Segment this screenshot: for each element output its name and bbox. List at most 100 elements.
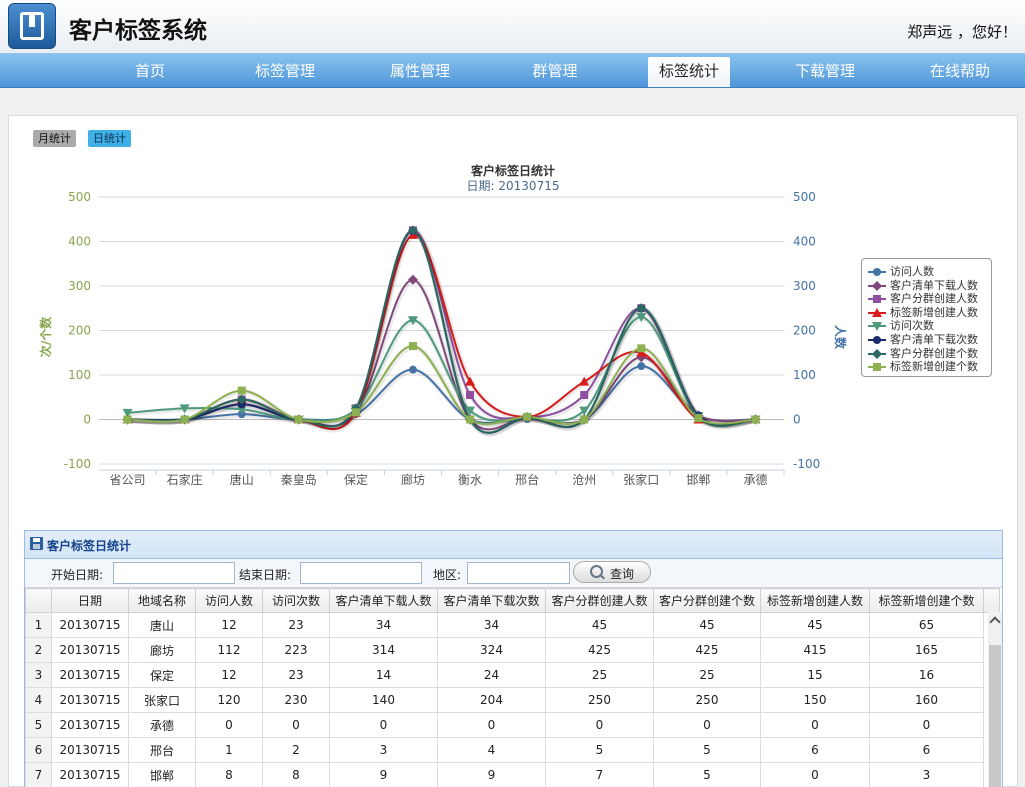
row-number: 7 xyxy=(25,762,52,787)
y-tick-label-left: -100 xyxy=(64,457,91,471)
data-point[interactable] xyxy=(466,391,475,400)
col-list-dl-users-header[interactable]: 客户清单下载人数 xyxy=(329,588,438,613)
x-tick-label: 张家口 xyxy=(623,472,659,487)
legend-label: 客户清单下载次数 xyxy=(890,333,978,346)
table-header-row: 日期 地域名称 访问人数 访问次数 客户清单下载人数 客户清单下载次数 客户分群… xyxy=(25,588,1000,613)
x-tick-label: 衡水 xyxy=(458,473,482,487)
col-list-dl-times-header[interactable]: 客户清单下载次数 xyxy=(437,588,546,613)
col-tag-users-header[interactable]: 标签新增创建人数 xyxy=(760,588,870,613)
legend-item[interactable]: 客户清单下载人数 xyxy=(868,279,988,293)
table-row[interactable]: 6 20130715 邢台 1 2 3 4 5 5 6 6 xyxy=(25,737,1000,763)
table-cell: 3 xyxy=(869,762,984,787)
table-row[interactable]: 7 20130715 邯郸 8 8 9 9 7 5 0 3 xyxy=(25,762,1000,787)
table-cell: 7 xyxy=(545,762,654,787)
table-row[interactable]: 4 20130715 张家口 120 230 140 204 250 250 150 160 xyxy=(25,687,1000,713)
table-cell: 0 xyxy=(195,712,263,738)
search-icon xyxy=(590,565,603,578)
col-group-users-header[interactable]: 客户分群创建人数 xyxy=(545,588,654,613)
table-cell: 23 xyxy=(262,662,330,688)
table-row[interactable]: 1 20130715 唐山 12 23 34 34 45 45 45 65 xyxy=(25,612,1000,638)
filter-toolbar: 开始日期: 结束日期: 地区: 查询 xyxy=(25,559,1002,588)
data-point[interactable] xyxy=(580,415,589,424)
table-row[interactable]: 2 20130715 廊坊 112 223 314 324 425 425 415 165 xyxy=(25,637,1000,663)
table-cell: 250 xyxy=(653,687,761,713)
row-number: 4 xyxy=(25,687,52,713)
data-point[interactable] xyxy=(751,415,760,424)
col-region-header[interactable]: 地域名称 xyxy=(128,588,196,613)
data-point[interactable] xyxy=(580,391,589,400)
table-row[interactable]: 5 20130715 承德 0 0 0 0 0 0 0 0 xyxy=(25,712,1000,738)
legend-item[interactable]: 标签新增创建人数 xyxy=(868,306,988,320)
end-date-field[interactable] xyxy=(300,562,422,584)
table-cell: 12 xyxy=(195,612,263,638)
legend-symbol xyxy=(868,268,886,276)
data-point[interactable] xyxy=(351,408,360,417)
legend-label: 访问次数 xyxy=(890,319,934,333)
table-cell: 160 xyxy=(869,687,984,713)
legend-symbol xyxy=(868,280,886,291)
stat-table: 日期 地域名称 访问人数 访问次数 客户清单下载人数 客户清单下载次数 客户分群… xyxy=(25,588,1000,787)
data-point[interactable] xyxy=(408,365,417,374)
legend-label: 客户分群创建人数 xyxy=(890,292,978,306)
legend-symbol xyxy=(868,348,886,359)
header-spacer xyxy=(983,588,1000,613)
scroll-up-icon[interactable] xyxy=(988,612,1002,628)
col-visits-header[interactable]: 访问次数 xyxy=(262,588,330,613)
table-cell: 6 xyxy=(760,737,870,763)
table-cell: 4 xyxy=(437,737,546,763)
table-cell: 邢台 xyxy=(128,737,196,763)
legend-symbol xyxy=(868,336,886,344)
save-icon xyxy=(30,537,43,550)
y-tick-label-right: 0 xyxy=(793,413,801,427)
table-cell: 230 xyxy=(262,687,330,713)
table-cell: 14 xyxy=(329,662,438,688)
legend-item[interactable]: 客户清单下载次数 xyxy=(868,333,988,347)
table-cell: 25 xyxy=(545,662,654,688)
col-tag-count-header[interactable]: 标签新增创建个数 xyxy=(869,588,984,613)
data-point[interactable] xyxy=(180,415,189,424)
table-cell: 0 xyxy=(545,712,654,738)
data-point[interactable] xyxy=(523,412,532,421)
y-tick-label-right: 400 xyxy=(793,235,816,249)
data-point[interactable] xyxy=(237,386,246,395)
row-number: 5 xyxy=(25,712,52,738)
table-cell: 140 xyxy=(329,687,438,713)
legend-item[interactable]: 客户分群创建个数 xyxy=(868,347,988,361)
table-cell: 45 xyxy=(760,612,870,638)
x-tick-label: 邯郸 xyxy=(686,472,710,487)
col-date-header[interactable]: 日期 xyxy=(51,588,129,613)
start-date-field[interactable] xyxy=(113,562,235,584)
legend-item[interactable]: 访问次数 xyxy=(868,319,988,333)
table-cell: 65 xyxy=(869,612,984,638)
data-point[interactable] xyxy=(694,414,703,423)
query-button[interactable]: 查询 xyxy=(573,561,651,583)
legend-symbol xyxy=(868,322,886,332)
x-tick-label: 秦皇岛 xyxy=(281,472,317,487)
col-group-count-header[interactable]: 客户分群创建个数 xyxy=(653,588,761,613)
table-scrollbar[interactable] xyxy=(988,612,1002,787)
data-point[interactable] xyxy=(123,415,132,424)
table-cell: 20130715 xyxy=(51,637,129,663)
table-cell: 20130715 xyxy=(51,662,129,688)
data-point[interactable] xyxy=(637,344,646,353)
legend-item[interactable]: 标签新增创建个数 xyxy=(868,360,988,374)
data-point[interactable] xyxy=(466,415,475,424)
legend-item[interactable]: 访问人数 xyxy=(868,265,988,279)
data-point[interactable] xyxy=(408,342,417,351)
legend-item[interactable]: 客户分群创建人数 xyxy=(868,292,988,306)
x-tick-label: 保定 xyxy=(344,472,368,487)
table-cell: 120 xyxy=(195,687,263,713)
col-visitors-header[interactable]: 访问人数 xyxy=(195,588,263,613)
table-cell: 415 xyxy=(760,637,870,663)
table-cell: 8 xyxy=(262,762,330,787)
x-tick-label: 石家庄 xyxy=(167,472,203,487)
scroll-thumb[interactable] xyxy=(989,645,1001,787)
region-select[interactable] xyxy=(467,562,570,584)
query-button-label: 查询 xyxy=(610,567,635,581)
data-point[interactable] xyxy=(637,362,646,371)
table-cell: 165 xyxy=(869,637,984,663)
table-cell: 20130715 xyxy=(51,612,129,638)
data-point[interactable] xyxy=(294,415,303,424)
start-date-label: 开始日期: xyxy=(51,568,104,582)
table-row[interactable]: 3 20130715 保定 12 23 14 24 25 25 15 16 xyxy=(25,662,1000,688)
